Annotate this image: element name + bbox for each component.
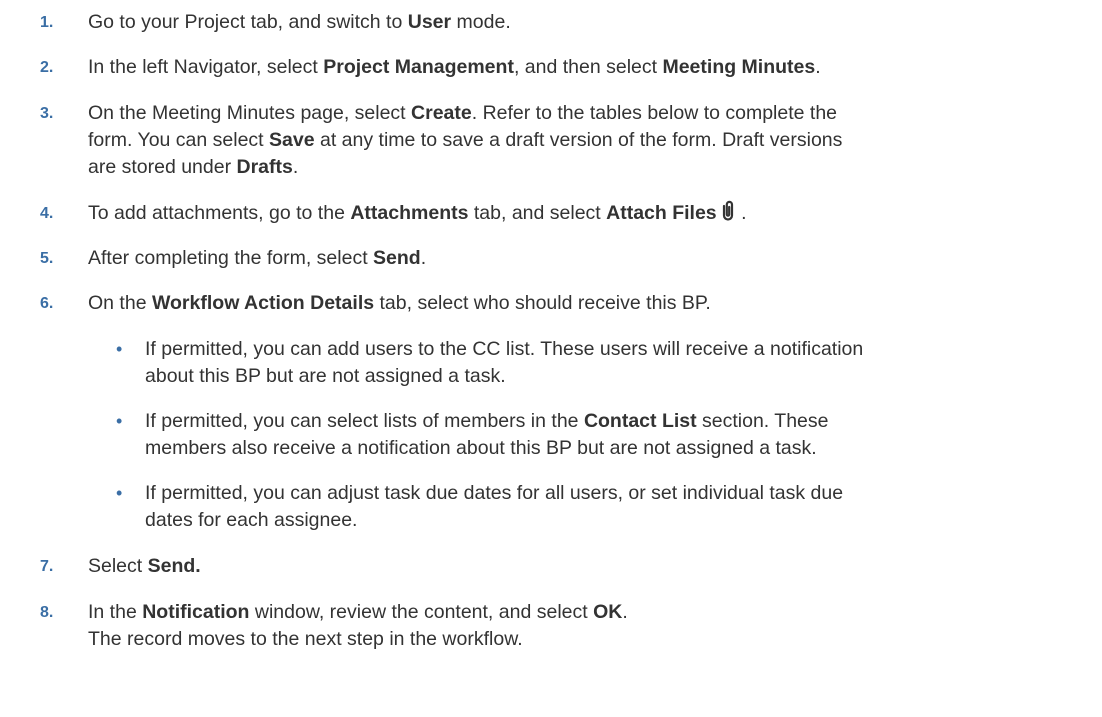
step-number: 8. <box>40 604 54 621</box>
step-text: In the left Navigator, select Project Ma… <box>88 56 821 78</box>
bullet-icon: • <box>116 411 123 431</box>
substep-line: If permitted, you can adjust task due da… <box>145 482 844 504</box>
substep-line: dates for each assignee. <box>145 509 358 531</box>
step-line: On the Meeting Minutes page, select Crea… <box>88 102 838 124</box>
bullet-icon: • <box>116 483 123 503</box>
step-text: On the Meeting Minutes page, select Crea… <box>88 100 1088 181</box>
substep-line: If permitted, you can add users to the C… <box>145 338 864 360</box>
step-number: 4. <box>40 205 54 222</box>
step-text: Go to your Project tab, and switch to Us… <box>88 11 511 33</box>
step-number: 2. <box>40 59 54 76</box>
step-number: 3. <box>40 105 54 122</box>
substep-text: If permitted, you can select lists of me… <box>145 408 1085 462</box>
step-text: In the Notification window, review the c… <box>88 599 1088 653</box>
step-number: 1. <box>40 14 54 31</box>
step-line: form. You can select Save at any time to… <box>88 129 843 151</box>
substep-text: If permitted, you can add users to the C… <box>145 336 1085 390</box>
step-line: In the Notification window, review the c… <box>88 601 628 623</box>
step-text: To add attachments, go to the Attachment… <box>88 200 747 224</box>
substep-line: If permitted, you can select lists of me… <box>145 410 829 432</box>
substep-line: members also receive a notification abou… <box>145 437 817 459</box>
step-number: 6. <box>40 295 54 312</box>
step-text: On the Workflow Action Details tab, sele… <box>88 292 711 314</box>
step-line: The record moves to the next step in the… <box>88 628 523 650</box>
paperclip-icon <box>720 200 736 222</box>
step-line: are stored under Drafts. <box>88 156 299 178</box>
step-number: 5. <box>40 250 54 267</box>
step-number: 7. <box>40 558 54 575</box>
substep-line: about this BP but are not assigned a tas… <box>145 365 506 387</box>
step-text: After completing the form, select Send. <box>88 247 427 269</box>
substep-text: If permitted, you can adjust task due da… <box>145 480 1085 534</box>
step-text: Select Send. <box>88 555 201 577</box>
bullet-icon: • <box>116 339 123 359</box>
